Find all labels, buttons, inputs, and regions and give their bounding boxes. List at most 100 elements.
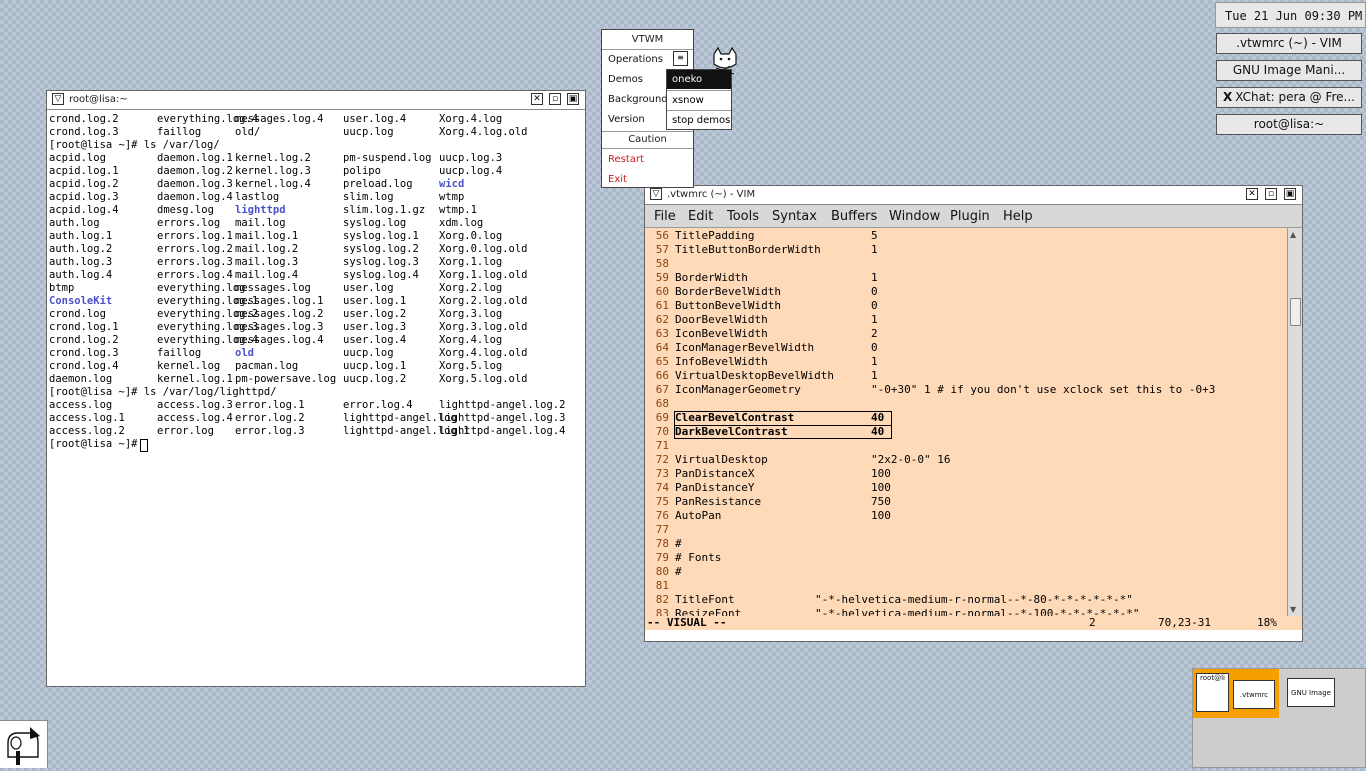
terminal-cell: auth.log [49,217,100,229]
terminal-cell: faillog [157,126,202,138]
terminal-line: access.log access.log.3 error.log.1 error.l… [49,399,583,412]
line-number: 57 [655,243,669,256]
terminal-cell: mail.log.3 [235,256,299,268]
terminal-cell: mail.log.1 [235,230,299,242]
terminal-cell: kernel.log [157,360,221,372]
terminal-cell: kernel.log.2 [235,152,311,164]
menu-file[interactable]: File [654,209,676,224]
resize-icon[interactable]: ▣ [1284,188,1296,200]
config-key: # [675,537,682,550]
vim-window[interactable]: ▽ .vtwmrc (~) - VIM ✕ ▫ ▣ File Edit Tool… [644,185,1303,642]
iconify-icon[interactable]: ▫ [1265,188,1277,200]
close-icon[interactable]: ✕ [1246,188,1258,200]
terminal-cell: Xorg.3.log [439,308,503,320]
window-menu-icon[interactable]: ▽ [650,188,662,200]
terminal-cell: crond.log.3 [49,347,119,359]
config-key: TitleFont [675,593,735,606]
terminal-cell: Xorg.3.log.old [439,321,528,333]
iconmgr-item-terminal[interactable]: root@lisa:~ [1216,114,1362,135]
menu-buffers[interactable]: Buffers [831,209,877,224]
terminal-cell: mail.log.2 [235,243,299,255]
vim-editor[interactable]: 56 TitlePadding 5 57 TitleButtonBorderWidth 1… [645,228,1288,620]
iconmgr-item-xchat-label: XChat: pera @ Fre... [1235,90,1355,104]
terminal-cell: Xorg.5.log.old [439,373,528,385]
terminal-cell: daemon.log.4 [157,191,233,203]
iconify-icon[interactable]: ▫ [549,93,561,105]
terminal-cell: syslog.log [343,217,407,229]
terminal-cell: acpid.log.2 [49,178,119,190]
terminal-window[interactable]: ▽ root@lisa:~ ✕ ▫ ▣ crond.log.2 everythin… [46,90,586,687]
terminal-line: acpid.log.4 dmesg.log lighttpd slim.log.1.g… [49,204,583,217]
config-value: 100 [871,481,891,494]
terminal-titlebar[interactable]: ▽ root@lisa:~ ✕ ▫ ▣ [47,91,585,110]
line-number: 67 [655,383,669,396]
menu-item-exit[interactable]: Exit [608,174,627,185]
line-number: 80 [655,565,669,578]
terminal-line: [root@lisa ~]# ls /var/log/ [49,139,583,152]
menu-tools[interactable]: Tools [727,209,759,224]
iconmgr-item-xchat[interactable]: X XChat: pera @ Fre... [1216,87,1362,108]
line-number: 58 [655,257,669,270]
terminal-cell: auth.log.4 [49,269,113,281]
iconmgr-item-gimp[interactable]: GNU Image Mani... [1216,60,1362,81]
close-icon[interactable]: ✕ [531,93,543,105]
terminal-cell: crond.log.4 [49,360,119,372]
terminal-cell: daemon.log.1 [157,152,233,164]
scroll-up-icon[interactable]: ▲ [1290,230,1296,239]
resize-icon[interactable]: ▣ [567,93,579,105]
terminal-cell: error.log.3 [235,425,305,437]
terminal-cell: access.log.2 [49,425,125,437]
menu-window[interactable]: Window [889,209,940,224]
submenu-item-stop-demos[interactable]: stop demos [667,110,731,129]
menu-item-background[interactable]: Background [608,94,668,105]
scroll-thumb[interactable] [1290,298,1301,326]
demos-submenu[interactable]: oneko xsnow stop demos [666,69,732,130]
submenu-item-xsnow[interactable]: xsnow [667,90,731,109]
mailbox-icon[interactable] [0,720,48,768]
menu-item-restart[interactable]: Restart [608,154,644,165]
terminal-cell: Xorg.0.log [439,230,503,242]
line-number: 68 [655,397,669,410]
terminal-cell: wicd [439,178,465,190]
config-value: 0 [871,299,878,312]
menu-caution-title: Caution [628,134,667,145]
menu-item-demos[interactable]: Demos [608,74,643,85]
terminal-output[interactable]: crond.log.2 everything.log.4 messages.log.… [49,113,583,684]
menu-syntax[interactable]: Syntax [772,209,817,224]
config-key: VirtualDesktop [675,453,768,466]
terminal-prompt: [root@lisa ~]# ls /var/log/lighttpd/ [49,386,277,398]
terminal-cell: crond.log.2 [49,113,119,125]
scroll-down-icon[interactable]: ▼ [1290,605,1296,614]
virtual-desktop-pager[interactable]: root@li .vtwmrc GNU Image [1192,668,1366,768]
terminal-line: crond.log everything.log.2 messages.log.2 u… [49,308,583,321]
config-key: ButtonBevelWidth [675,299,781,312]
line-number: 60 [655,285,669,298]
vim-scrollbar[interactable]: ▲ ▼ [1287,228,1302,616]
window-menu-icon[interactable]: ▽ [52,93,64,105]
menu-edit[interactable]: Edit [688,209,713,224]
terminal-prompt: [root@lisa ~]# ls /var/log/ [49,139,220,151]
terminal-cell: acpid.log [49,152,106,164]
terminal-cell: acpid.log.3 [49,191,119,203]
terminal-cell: messages.log.4 [235,334,324,346]
vim-titlebar[interactable]: ▽ .vtwmrc (~) - VIM ✕ ▫ ▣ [645,186,1302,205]
config-key: InfoBevelWidth [675,355,768,368]
config-key: IconManagerGeometry [675,383,801,396]
config-value: 0 [871,341,878,354]
terminal-cell: user.log.2 [343,308,407,320]
submenu-arrow-icon: ≡ [673,51,688,66]
menu-help[interactable]: Help [1003,209,1033,224]
pager-pane-vim[interactable]: .vtwmrc [1233,680,1275,709]
menu-plugin[interactable]: Plugin [950,209,990,224]
pager-pane-gimp[interactable]: GNU Image [1287,678,1335,707]
menu-item-operations[interactable]: Operations [608,54,663,65]
pager-pane-terminal[interactable]: root@li [1196,673,1229,712]
line-number: 62 [655,313,669,326]
terminal-cell: old/ [235,126,261,138]
iconmgr-item-vim[interactable]: .vtwmrc (~) - VIM [1216,33,1362,54]
terminal-cell: Xorg.4.log [439,113,503,125]
terminal-line: access.log.2 error.log error.log.3 lighttpd… [49,425,583,438]
menu-item-version[interactable]: Version [608,114,645,125]
config-key: PanDistanceY [675,481,755,494]
terminal-cell: Xorg.1.log [439,256,503,268]
